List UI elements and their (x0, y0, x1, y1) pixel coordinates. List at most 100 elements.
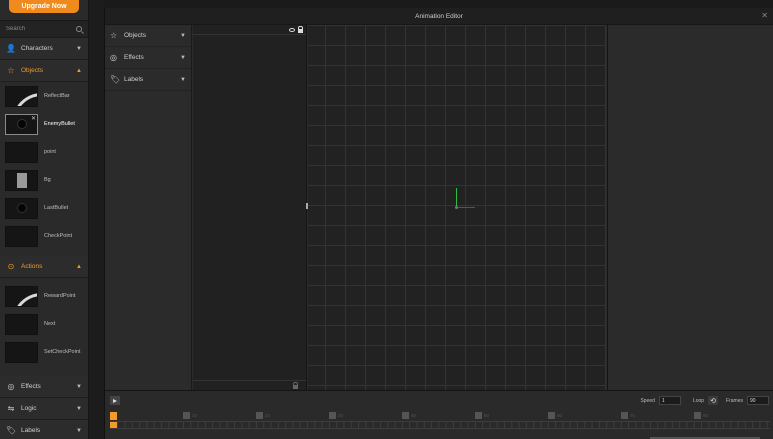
chevron-down-icon: ▼ (180, 32, 186, 39)
asset-thumbnail: ✕ (5, 113, 38, 135)
chevron-down-icon: ▼ (76, 405, 82, 412)
asset-name: EnemyBullet (44, 121, 75, 127)
category-actions[interactable]: ⊙ Actions ▲ (0, 256, 88, 278)
bullet-shape-icon (16, 203, 27, 213)
lock-icon[interactable] (298, 25, 303, 33)
category-label: Actions (21, 263, 43, 270)
category-label: Effects (21, 383, 41, 390)
layer-category-objects[interactable]: ☆ Objects ▼ (105, 25, 191, 47)
x-axis-gizmo (457, 207, 475, 208)
category-objects[interactable]: ☆ Objects ▲ (0, 60, 88, 82)
stage-canvas[interactable] (308, 25, 606, 390)
chevron-down-icon: ▼ (76, 383, 82, 390)
timeline-controls: Speed 1 Loop ⟲ Frames 90 (640, 396, 769, 405)
category-logic[interactable]: ⇋ Logic ▼ (0, 398, 88, 420)
playhead[interactable] (110, 412, 117, 420)
close-icon[interactable]: ✕ (761, 11, 768, 20)
ruler-tick-marker (548, 412, 555, 419)
upgrade-now-button[interactable]: Upgrade Now (9, 0, 79, 13)
chevron-down-icon: ▼ (180, 76, 186, 83)
close-icon[interactable]: ✕ (31, 115, 36, 122)
asset-name: LastBullet (44, 205, 69, 211)
loop-icon[interactable]: ⟲ (708, 396, 719, 405)
asset-item-point[interactable]: point (0, 138, 88, 166)
asset-name: SetCheckPoint (44, 349, 81, 355)
arc-shape-icon (12, 92, 37, 106)
asset-item-enemybullet[interactable]: ✕ EnemyBullet (0, 110, 88, 138)
y-axis-gizmo (456, 188, 457, 208)
timeline-ruler[interactable]: 10 20 30 40 50 60 70 80 (110, 412, 770, 420)
asset-thumbnail (5, 341, 38, 363)
layer-track-panel (193, 25, 307, 390)
layer-category-label: Labels (124, 76, 144, 83)
asset-thumbnail (5, 197, 38, 219)
layer-category-label: Effects (124, 54, 144, 61)
editor-titlebar[interactable]: Animation Editor ✕ (105, 8, 773, 25)
tag-icon: 🏷 (6, 426, 17, 435)
asset-thumbnail (5, 85, 38, 107)
category-effects[interactable]: ◎ Effects ▼ (0, 376, 88, 398)
search-input[interactable] (6, 26, 66, 32)
asset-item-checkpoint[interactable]: CheckPoint (0, 222, 88, 250)
ruler-tick-label: 10 (192, 413, 198, 418)
track-footer (193, 380, 306, 390)
ruler-tick-marker (183, 412, 190, 419)
speed-input[interactable]: 1 (658, 396, 681, 405)
asset-item-rewardpoint[interactable]: RewardPoint (0, 282, 88, 310)
play-button[interactable] (110, 396, 120, 405)
tag-icon: 🏷 (110, 75, 121, 84)
timeline: Speed 1 Loop ⟲ Frames 90 10 20 30 40 50 60 70 8… (105, 390, 773, 439)
asset-name: CheckPoint (44, 233, 73, 239)
origin-point[interactable] (455, 206, 458, 209)
layer-category-labels[interactable]: 🏷 Labels ▼ (105, 69, 191, 91)
asset-item-reflectbar[interactable]: ReflectBar (0, 82, 88, 110)
chevron-up-icon: ▲ (76, 67, 82, 74)
ruler-tick-label: 80 (703, 413, 709, 418)
frames-label: Frames (726, 397, 743, 404)
asset-item-bg[interactable]: Bg (0, 166, 88, 194)
layer-category-effects[interactable]: ◎ Effects ▼ (105, 47, 191, 69)
asset-thumbnail (5, 313, 38, 335)
category-label: Labels (21, 427, 41, 434)
asset-item-setcheckpoint[interactable]: SetCheckPoint (0, 338, 88, 366)
ruler-tick-marker (402, 412, 409, 419)
effects-icon: ◎ (7, 382, 15, 391)
rectangle-shape-icon (16, 172, 27, 188)
chevron-down-icon: ▼ (180, 54, 186, 61)
asset-item-lastbullet[interactable]: LastBullet (0, 194, 88, 222)
frame-track[interactable] (110, 421, 770, 429)
asset-name: Bg (44, 177, 51, 183)
search-icon[interactable] (76, 26, 82, 32)
chevron-down-icon: ▼ (76, 45, 82, 52)
category-labels[interactable]: 🏷 Labels ▼ (0, 420, 88, 439)
eye-icon[interactable] (289, 27, 295, 32)
star-icon: ☆ (7, 66, 15, 75)
asset-item-next[interactable]: Next (0, 310, 88, 338)
asset-thumbnail (5, 169, 38, 191)
play-icon (113, 398, 117, 403)
arc-shape-icon (12, 292, 37, 306)
asset-name: Next (44, 321, 56, 327)
background-strip (104, 0, 773, 8)
ruler-tick-label: 50 (484, 413, 490, 418)
current-frame-marker (110, 422, 117, 428)
category-characters[interactable]: 👤 Characters ▼ (0, 38, 88, 60)
ruler-tick-marker (621, 412, 628, 419)
upgrade-wrap: Upgrade Now (0, 0, 88, 18)
play-circle-icon: ⊙ (7, 262, 15, 271)
ruler-tick-label: 20 (265, 413, 271, 418)
category-label: Logic (21, 405, 37, 412)
person-icon: 👤 (6, 44, 16, 53)
asset-thumbnail (5, 141, 38, 163)
category-label: Objects (21, 67, 44, 74)
ruler-tick-label: 40 (411, 413, 417, 418)
layer-category-label: Objects (124, 32, 147, 39)
asset-name: point (44, 149, 56, 155)
ruler-tick-marker (256, 412, 263, 419)
lock-icon[interactable] (293, 381, 298, 389)
frames-input[interactable]: 90 (747, 396, 769, 405)
speed-label: Speed (640, 397, 655, 404)
ruler-tick-marker (475, 412, 482, 419)
bullet-shape-icon (16, 119, 27, 129)
search-bar (0, 20, 88, 38)
